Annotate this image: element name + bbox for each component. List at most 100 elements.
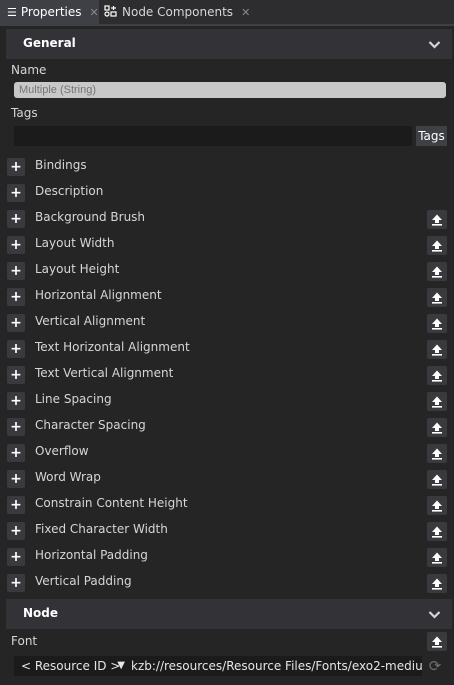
property-label: Bindings [35,158,87,172]
plus-icon[interactable]: + [7,210,25,228]
property-row: + Constrain Content Height [0,491,454,517]
tab-underline [0,24,454,26]
property-row: + Layout Width [0,231,454,257]
property-label: Background Brush [35,210,146,224]
tab-node-components-label: Node Components [122,5,234,19]
plus-icon[interactable]: + [7,288,25,306]
property-row: + Fixed Character Width [0,517,454,543]
reset-button[interactable] [427,210,447,229]
dropdown-arrow-icon: ▼ [117,660,125,671]
font-label: Font [11,634,38,648]
refresh-icon[interactable]: ⟳ [426,657,444,675]
plus-icon[interactable]: + [7,418,25,436]
reset-button[interactable] [427,366,447,385]
reset-to-default-icon [432,474,442,486]
plus-icon[interactable]: + [7,366,25,384]
close-icon[interactable]: ✕ [90,6,99,19]
property-label: Text Horizontal Alignment [35,340,190,354]
chevron-down-icon[interactable] [428,608,441,621]
property-label: Line Spacing [35,392,112,406]
reset-button[interactable] [427,288,447,307]
reset-button[interactable] [427,522,447,541]
property-label: Horizontal Alignment [35,288,162,302]
list-icon: ☰ [7,5,17,19]
property-row: + Line Spacing [0,387,454,413]
name-field[interactable] [14,82,446,98]
font-path-field[interactable]: kzb://resources/Resource Files/Fonts/exo… [128,656,422,676]
property-label: Description [35,184,104,198]
plus-icon[interactable]: + [7,496,25,514]
reset-to-default-icon [432,266,442,278]
node-components-icon [104,4,118,20]
tab-properties[interactable]: ☰ Properties ✕ [0,0,99,24]
reset-button[interactable] [427,418,447,437]
tab-node-components[interactable]: Node Components ✕ [100,0,250,24]
reset-to-default-icon [432,292,442,304]
plus-icon[interactable]: + [7,574,25,592]
plus-icon[interactable]: + [7,522,25,540]
property-row: + Vertical Alignment [0,309,454,335]
plus-icon[interactable]: + [7,158,25,176]
property-row: + Description [0,179,454,205]
reset-to-default-icon [432,526,442,538]
property-row: + Horizontal Alignment [0,283,454,309]
reset-button[interactable] [427,262,447,281]
reset-to-default-icon [432,500,442,512]
tags-button[interactable]: Tags [416,126,447,146]
plus-icon[interactable]: + [7,262,25,280]
close-icon[interactable]: ✕ [241,6,250,19]
name-label: Name [11,63,47,77]
property-label: Layout Height [35,262,120,276]
plus-icon[interactable]: + [7,444,25,462]
property-label: Vertical Alignment [35,314,146,328]
reset-button[interactable] [427,340,447,359]
property-label: Horizontal Padding [35,548,148,562]
property-row: + Vertical Padding [0,569,454,595]
property-label: Constrain Content Height [35,496,188,510]
reset-to-default-icon [432,318,442,330]
resource-type-select[interactable]: < Resource ID > ▼ [14,656,128,676]
reset-button[interactable] [427,236,447,255]
property-label: Word Wrap [35,470,101,484]
plus-icon[interactable]: + [7,340,25,358]
property-row: + Background Brush [0,205,454,231]
plus-icon[interactable]: + [7,184,25,202]
reset-button[interactable] [427,314,447,333]
chevron-down-icon[interactable] [428,38,441,51]
reset-to-default-icon [432,396,442,408]
property-label: Character Spacing [35,418,146,432]
reset-button[interactable] [427,392,447,411]
tags-input[interactable] [14,126,412,146]
plus-icon[interactable]: + [7,548,25,566]
plus-icon[interactable]: + [7,470,25,488]
plus-icon[interactable]: + [7,236,25,254]
reset-to-default-icon [432,636,442,648]
font-reset-button[interactable] [427,632,447,651]
plus-icon[interactable]: + [7,314,25,332]
reset-button[interactable] [427,470,447,489]
section-title: Node [23,606,59,620]
reset-to-default-icon [432,240,442,252]
property-row: + Text Vertical Alignment [0,361,454,387]
node-section-header[interactable]: Node [6,599,452,629]
reset-to-default-icon [432,448,442,460]
section-title: General [23,36,76,50]
reset-button[interactable] [427,444,447,463]
property-label: Fixed Character Width [35,522,168,536]
property-row: + Overflow [0,439,454,465]
property-row: + Word Wrap [0,465,454,491]
reset-to-default-icon [432,552,442,564]
plus-icon[interactable]: + [7,392,25,410]
property-row: + Horizontal Padding [0,543,454,569]
reset-button[interactable] [427,574,447,593]
property-label: Text Vertical Alignment [35,366,174,380]
tags-label: Tags [11,106,38,120]
reset-button[interactable] [427,548,447,567]
reset-to-default-icon [432,344,442,356]
tab-bar: ☰ Properties ✕ Node Components ✕ [0,0,454,24]
reset-to-default-icon [432,578,442,590]
general-section-header[interactable]: General [6,29,452,59]
reset-button[interactable] [427,496,447,515]
tab-properties-label: Properties [20,5,82,19]
reset-to-default-icon [432,422,442,434]
